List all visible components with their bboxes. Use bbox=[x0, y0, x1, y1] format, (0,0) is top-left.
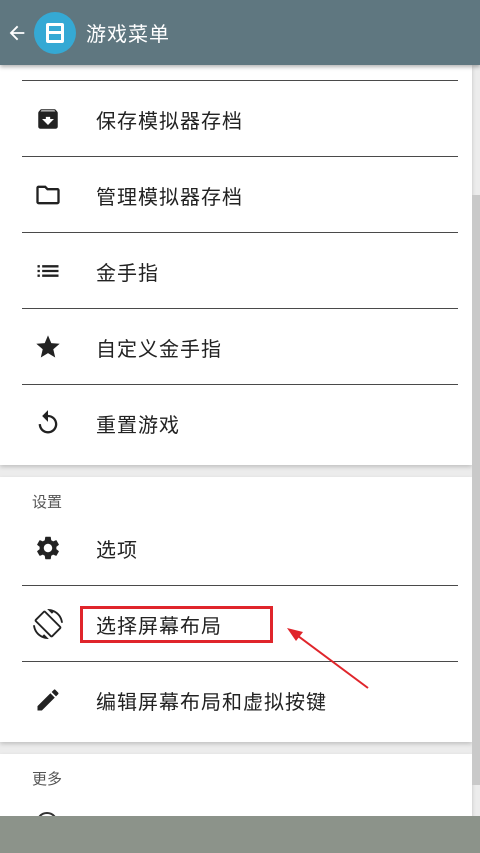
menu-item-label: 选项 bbox=[96, 537, 138, 562]
menu-item-label: 管理模拟器存档 bbox=[96, 184, 243, 209]
menu-item-label: 编辑屏幕布局和虚拟按键 bbox=[96, 689, 327, 714]
menu-item-label: 保存模拟器存档 bbox=[96, 108, 243, 133]
arrow-left-icon bbox=[9, 25, 25, 40]
save-archive-icon bbox=[32, 103, 64, 135]
page-title: 游戏菜单 bbox=[86, 22, 170, 46]
list-icon bbox=[32, 255, 64, 287]
app-bar: 游戏菜单 bbox=[0, 0, 480, 65]
menu-item-options[interactable]: 选项 bbox=[0, 510, 472, 586]
game-menu-card: 保存模拟器存档 管理模拟器存档 金手指 自定义金手指 重置游戏 bbox=[0, 65, 472, 465]
menu-item-manage-states[interactable]: 管理模拟器存档 bbox=[0, 157, 472, 233]
menu-item-label: 自定义金手指 bbox=[96, 336, 222, 361]
reset-icon bbox=[32, 407, 64, 439]
menu-item-custom-cheats[interactable]: 自定义金手指 bbox=[0, 309, 472, 385]
bottom-bar bbox=[0, 816, 480, 853]
section-header-settings: 设置 bbox=[32, 493, 63, 511]
section-header-more: 更多 bbox=[32, 770, 63, 788]
more-card: 更多 bbox=[0, 754, 472, 834]
menu-item-label: 重置游戏 bbox=[96, 412, 180, 437]
menu-item-cheats[interactable]: 金手指 bbox=[0, 233, 472, 309]
gear-icon bbox=[32, 532, 64, 564]
highlight-annotation-box bbox=[80, 606, 273, 643]
menu-item-save-state[interactable]: 保存模拟器存档 bbox=[0, 81, 472, 157]
pencil-icon bbox=[32, 684, 64, 716]
scrollbar[interactable] bbox=[472, 195, 480, 785]
star-icon bbox=[32, 331, 64, 363]
menu-item-reset-game[interactable]: 重置游戏 bbox=[0, 385, 472, 461]
app-logo-icon bbox=[34, 11, 76, 54]
folder-icon bbox=[32, 179, 64, 211]
menu-item-label: 金手指 bbox=[96, 260, 159, 285]
screen-rotation-icon bbox=[32, 608, 64, 640]
back-button[interactable] bbox=[0, 0, 34, 65]
menu-item-edit-screen-layout[interactable]: 编辑屏幕布局和虚拟按键 bbox=[0, 662, 472, 738]
